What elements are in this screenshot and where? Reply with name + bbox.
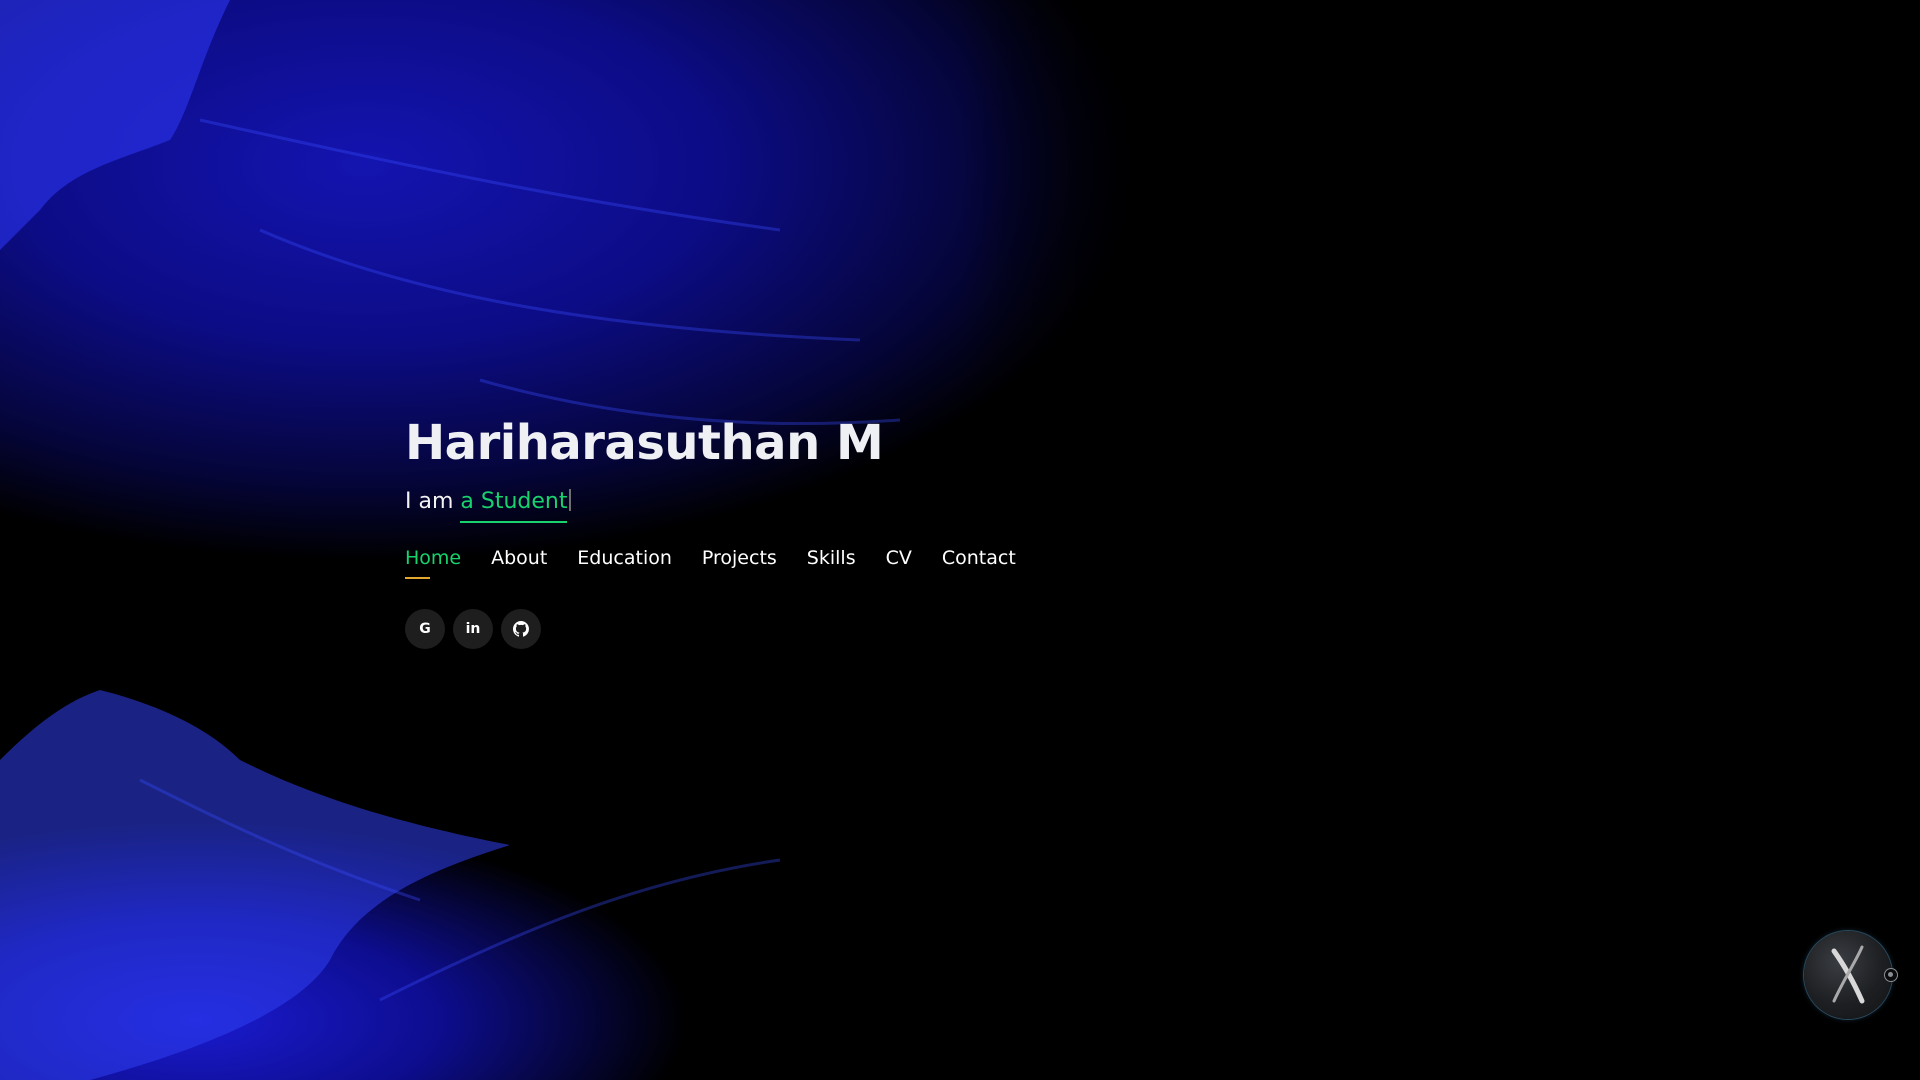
record-indicator-icon: [1884, 968, 1898, 982]
nav-link-skills[interactable]: Skills: [807, 545, 856, 579]
linkedin-link-button[interactable]: in: [453, 609, 493, 649]
floating-x-button[interactable]: [1804, 931, 1892, 1019]
typed-role: a Student: [460, 487, 568, 523]
nav-link-education[interactable]: Education: [577, 545, 672, 579]
nav-link-home[interactable]: Home: [405, 545, 461, 579]
github-link-button[interactable]: [501, 609, 541, 649]
github-icon: [513, 621, 529, 637]
main-nav: Home About Education Projects Skills CV …: [405, 545, 1405, 579]
nav-link-about[interactable]: About: [491, 545, 547, 579]
google-icon: G: [419, 621, 431, 637]
hero-name: Hariharasuthan M: [405, 415, 884, 471]
linkedin-icon: in: [465, 621, 481, 637]
hero-tagline: I am a Student: [405, 487, 1405, 523]
tagline-prefix: I am: [405, 489, 454, 514]
nav-link-contact[interactable]: Contact: [942, 545, 1016, 579]
google-link-button[interactable]: G: [405, 609, 445, 649]
x-logo-icon: [1831, 945, 1865, 1004]
typing-cursor: [569, 489, 572, 511]
social-links: G in: [405, 609, 1405, 649]
nav-link-cv[interactable]: CV: [886, 545, 912, 579]
portfolio-page: Hariharasuthan M I am a Student Home Abo…: [0, 0, 1920, 1080]
nav-link-projects[interactable]: Projects: [702, 545, 777, 579]
hero-section: Hariharasuthan M I am a Student Home Abo…: [405, 412, 1405, 649]
